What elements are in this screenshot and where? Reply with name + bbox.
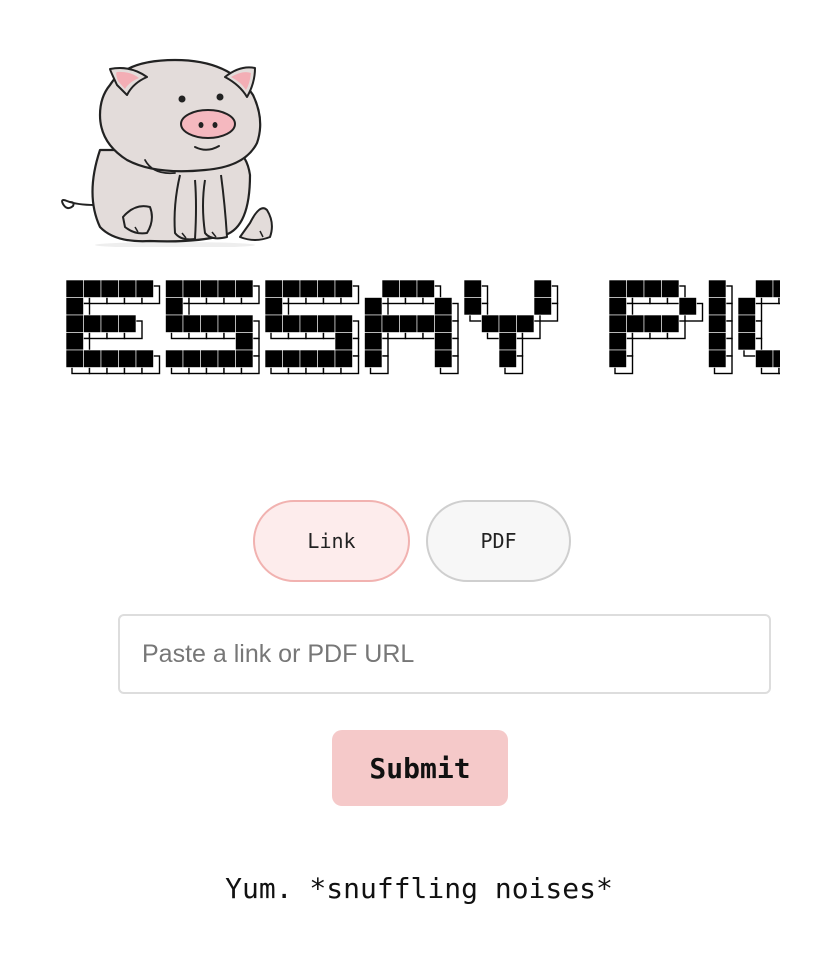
tab-link[interactable]: Link	[253, 500, 410, 582]
logo-letter	[165, 279, 260, 375]
logo-letter	[463, 279, 559, 375]
tab-pdf-label: PDF	[480, 529, 517, 553]
pig-mascot-icon	[61, 58, 273, 247]
tab-link-label: Link	[307, 529, 356, 553]
tab-pdf[interactable]: PDF	[426, 500, 571, 582]
logo-letter	[264, 279, 360, 375]
url-input[interactable]	[118, 614, 771, 694]
tagline: Yum. *snuffling noises*	[225, 872, 613, 905]
logo-letter	[708, 279, 733, 375]
logo-letter	[65, 279, 161, 375]
logo-letter	[364, 279, 459, 375]
logo-letter	[737, 279, 780, 375]
essay-pig-logo: ESSAY PIG	[65, 279, 780, 375]
submit-button[interactable]: Submit	[332, 730, 508, 806]
logo-letter	[608, 279, 704, 375]
